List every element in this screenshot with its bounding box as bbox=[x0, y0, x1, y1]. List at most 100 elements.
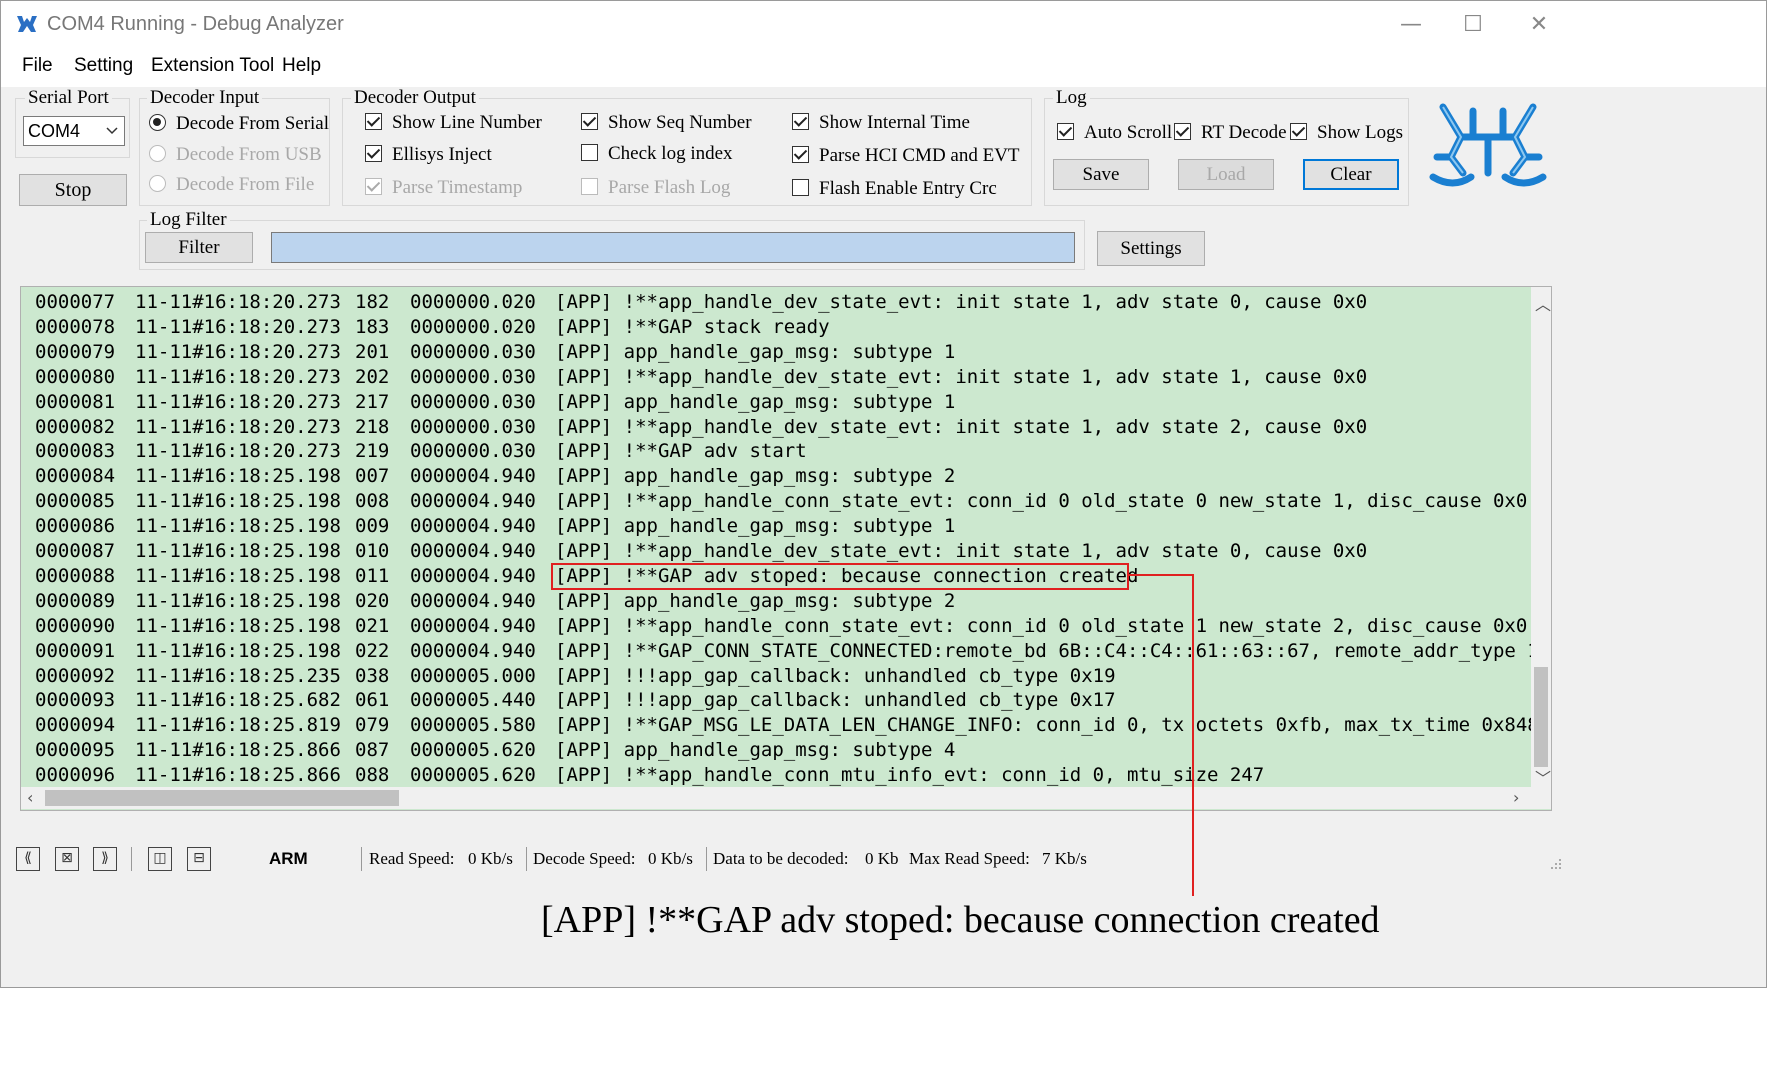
log-seq-number: 007 bbox=[355, 465, 390, 488]
menu-help[interactable]: Help bbox=[282, 55, 321, 77]
scroll-right-icon[interactable]: › bbox=[1513, 788, 1519, 807]
status-separator bbox=[526, 847, 527, 871]
checkbox-icon bbox=[792, 113, 809, 130]
log-vertical-scrollbar[interactable]: ︿ ﹀ bbox=[1531, 287, 1551, 789]
status-separator bbox=[131, 847, 132, 871]
last-page-icon[interactable]: ⟫ bbox=[93, 847, 117, 871]
clear-button[interactable]: Clear bbox=[1303, 159, 1399, 190]
log-timestamp: 11-11#16:18:20.273 bbox=[135, 291, 341, 313]
close-button[interactable]: ✕ bbox=[1509, 7, 1569, 43]
status-separator bbox=[706, 847, 707, 871]
scroll-down-icon[interactable]: ﹀ bbox=[1535, 765, 1551, 789]
log-internal-time: 0000000.020 bbox=[410, 291, 536, 313]
checkbox-auto-scroll[interactable]: Auto Scroll bbox=[1057, 122, 1172, 144]
filter-button[interactable]: Filter bbox=[145, 232, 253, 263]
status-to-decode: 0 Kb bbox=[865, 849, 899, 868]
window-title: COM4 Running - Debug Analyzer bbox=[47, 13, 344, 35]
checkbox-label: RT Decode bbox=[1201, 122, 1287, 143]
log-line-number: 0000079 bbox=[35, 340, 116, 363]
log-seq-number: 021 bbox=[355, 614, 390, 637]
split-horizontal-icon[interactable]: ⊟ bbox=[187, 847, 211, 871]
serial-port-select[interactable]: COM4 bbox=[23, 116, 125, 146]
checkbox-flash-enable-crc[interactable]: Flash Enable Entry Crc bbox=[792, 178, 997, 200]
resize-grip-icon[interactable] bbox=[1549, 857, 1563, 871]
log-seq-number: 088 bbox=[355, 764, 390, 787]
log-line-number: 0000093 bbox=[35, 689, 116, 712]
checkbox-label: Ellisys Inject bbox=[392, 144, 492, 165]
log-seq-number: 022 bbox=[355, 639, 390, 662]
log-line-number: 0000077 bbox=[35, 291, 116, 313]
save-button[interactable]: Save bbox=[1053, 159, 1149, 190]
settings-button[interactable]: Settings bbox=[1097, 231, 1205, 266]
log-timestamp: 11-11#16:18:20.273 bbox=[135, 415, 341, 438]
checkbox-check-log-index[interactable]: Check log index bbox=[581, 143, 733, 165]
checkbox-show-line-number[interactable]: Show Line Number bbox=[365, 112, 542, 134]
checkbox-ellisys-inject[interactable]: Ellisys Inject bbox=[365, 144, 492, 166]
checkbox-icon bbox=[581, 113, 598, 130]
log-message: [APP] app_handle_gap_msg: subtype 1 bbox=[555, 515, 956, 538]
log-message: [APP] !**app_handle_dev_state_evt: init … bbox=[555, 365, 1368, 388]
radio-decode-file: Decode From File bbox=[149, 174, 314, 196]
log-message: [APP] !**GAP adv start bbox=[555, 440, 807, 463]
log-timestamp: 11-11#16:18:25.235 bbox=[135, 664, 341, 687]
log-line-number: 0000089 bbox=[35, 589, 116, 612]
log-message: [APP] !**app_handle_dev_state_evt: init … bbox=[555, 540, 1368, 562]
log-timestamp: 11-11#16:18:25.198 bbox=[135, 639, 341, 662]
filter-input[interactable] bbox=[271, 232, 1075, 263]
menu-setting[interactable]: Setting bbox=[74, 55, 133, 77]
log-seq-number: 010 bbox=[355, 540, 390, 562]
checkbox-parse-timestamp: Parse Timestamp bbox=[365, 177, 522, 199]
radio-icon bbox=[149, 175, 166, 192]
decoder-output-label: Decoder Output bbox=[351, 87, 479, 109]
log-message: [APP] !**app_handle_conn_state_evt: conn… bbox=[555, 614, 1528, 637]
log-timestamp: 11-11#16:18:25.198 bbox=[135, 540, 341, 562]
log-view[interactable]: 0000077 11-11#16:18:20.273 182 0000000.020 [… bbox=[20, 286, 1552, 811]
log-message: [APP] !**app_handle_dev_state_evt: init … bbox=[555, 415, 1368, 438]
checkbox-parse-hci[interactable]: Parse HCI CMD and EVT bbox=[792, 145, 1020, 167]
log-message: [APP] app_handle_gap_msg: subtype 2 bbox=[555, 589, 956, 612]
log-timestamp: 11-11#16:18:25.198 bbox=[135, 465, 341, 488]
log-internal-time: 0000000.020 bbox=[410, 315, 536, 338]
log-line-number: 0000083 bbox=[35, 440, 116, 463]
scroll-left-icon[interactable]: ‹ bbox=[27, 788, 33, 807]
split-vertical-icon[interactable]: ◫ bbox=[148, 847, 172, 871]
callout-line bbox=[1129, 574, 1194, 576]
log-timestamp: 11-11#16:18:20.273 bbox=[135, 315, 341, 338]
log-timestamp: 11-11#16:18:20.273 bbox=[135, 340, 341, 363]
log-horizontal-scrollbar[interactable]: ‹ › bbox=[21, 787, 1551, 809]
log-timestamp: 11-11#16:18:25.866 bbox=[135, 764, 341, 787]
log-line-number: 0000091 bbox=[35, 639, 116, 662]
checkbox-icon bbox=[792, 179, 809, 196]
scroll-up-icon[interactable]: ︿ bbox=[1535, 291, 1551, 315]
log-internal-time: 0000000.030 bbox=[410, 440, 536, 463]
menu-file[interactable]: File bbox=[22, 55, 53, 77]
vertical-scroll-thumb[interactable] bbox=[1534, 667, 1548, 767]
status-separator bbox=[361, 847, 362, 871]
load-button: Load bbox=[1178, 159, 1274, 190]
checkbox-label: Check log index bbox=[608, 143, 733, 164]
radio-decode-serial[interactable]: Decode From Serial bbox=[149, 113, 329, 135]
log-message: [APP] !**GAP_CONN_STATE_CONNECTED:remote… bbox=[555, 639, 1551, 662]
clear-view-icon[interactable]: ⊠ bbox=[55, 847, 79, 871]
checkbox-show-logs[interactable]: Show Logs bbox=[1290, 122, 1403, 144]
minimize-button[interactable]: — bbox=[1381, 7, 1441, 43]
log-internal-time: 0000004.940 bbox=[410, 639, 536, 662]
log-timestamp: 11-11#16:18:25.198 bbox=[135, 589, 341, 612]
stop-button[interactable]: Stop bbox=[19, 174, 127, 206]
checkbox-show-seq-number[interactable]: Show Seq Number bbox=[581, 112, 752, 134]
checkbox-show-internal-time[interactable]: Show Internal Time bbox=[792, 112, 970, 134]
checkbox-label: Parse Timestamp bbox=[392, 177, 523, 198]
horizontal-scroll-thumb[interactable] bbox=[45, 790, 399, 806]
annotation-caption: [APP] !**GAP adv stoped: because connect… bbox=[541, 899, 1380, 941]
log-message: [APP] app_handle_gap_msg: subtype 1 bbox=[555, 340, 956, 363]
log-internal-time: 0000000.030 bbox=[410, 340, 536, 363]
menu-extension-tool[interactable]: Extension Tool bbox=[151, 55, 274, 77]
log-message: [APP] !!!app_gap_callback: unhandled cb_… bbox=[555, 664, 1116, 687]
checkbox-rt-decode[interactable]: RT Decode bbox=[1174, 122, 1287, 144]
radio-label: Decode From File bbox=[176, 174, 315, 195]
first-page-icon[interactable]: ⟪ bbox=[16, 847, 40, 871]
log-internal-time: 0000005.620 bbox=[410, 764, 536, 787]
status-read-speed-label: Read Speed: bbox=[369, 849, 455, 868]
maximize-button[interactable]: ☐ bbox=[1443, 7, 1503, 43]
log-seq-number: 202 bbox=[355, 365, 390, 388]
